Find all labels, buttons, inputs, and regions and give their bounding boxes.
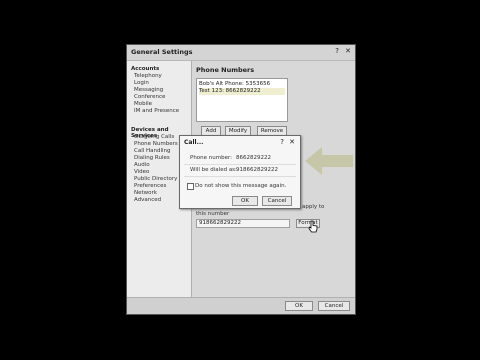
help-icon[interactable]: ?: [335, 47, 339, 55]
sidebar-item-outgoing-calls[interactable]: Outgoing Calls: [134, 134, 174, 140]
formatted-number-field[interactable]: 918662829222: [196, 219, 290, 228]
sidebar-item-public-directory[interactable]: Public Directory: [134, 176, 177, 182]
sidebar-item-phone-numbers[interactable]: Phone Numbers: [134, 141, 178, 147]
dialog-ok-button[interactable]: OK: [232, 196, 258, 206]
apply-to-text: apply to: [302, 204, 325, 210]
close-icon[interactable]: ✕: [345, 47, 351, 55]
dialog-close-icon[interactable]: ✕: [289, 138, 295, 146]
dialed-as-label: Will be dialed as:: [190, 167, 237, 173]
sidebar-item-mobile[interactable]: Mobile: [134, 101, 152, 107]
sidebar-item-im-presence[interactable]: IM and Presence: [134, 108, 179, 114]
sidebar-item-dialing-rules[interactable]: Dialing Rules: [134, 155, 170, 161]
cancel-button[interactable]: Cancel: [318, 301, 350, 311]
window-title: General Settings: [131, 48, 193, 56]
dialog-cancel-button[interactable]: Cancel: [262, 196, 292, 206]
window-title-bar[interactable]: General Settings ? ✕: [127, 45, 355, 61]
highlight-arrow-icon: [305, 147, 353, 175]
panel-title: Phone Numbers: [196, 66, 255, 74]
sidebar-item-conference[interactable]: Conference: [134, 94, 165, 100]
dialed-as-value: 918662829222: [236, 167, 278, 173]
dont-show-checkbox[interactable]: [187, 183, 194, 190]
list-item[interactable]: Bob's Alt Phone: 5353656: [199, 81, 285, 88]
window-footer: OK Cancel: [127, 297, 355, 314]
sidebar-item-call-handling[interactable]: Call Handling: [134, 148, 171, 154]
sidebar-item-network[interactable]: Network: [134, 190, 157, 196]
call-dialog: Call... ? ✕ Phone number: 8662829222 Wil…: [179, 135, 301, 209]
sidebar-header-accounts: Accounts: [131, 66, 160, 72]
sidebar-item-messaging[interactable]: Messaging: [134, 87, 163, 93]
phone-number-list[interactable]: Bob's Alt Phone: 5353656 Test 123: 86628…: [196, 78, 288, 122]
pointer-cursor-icon: [308, 220, 318, 233]
sidebar-item-telephony[interactable]: Telephony: [134, 73, 162, 79]
sidebar-item-login[interactable]: Login: [134, 80, 149, 86]
phone-number-value: 8662829222: [236, 155, 271, 161]
sidebar-item-audio[interactable]: Audio: [134, 162, 150, 168]
this-number-label: this number: [196, 211, 230, 217]
sidebar-item-video[interactable]: Video: [134, 169, 149, 175]
dialog-help-icon[interactable]: ?: [280, 138, 284, 146]
dialog-divider: [184, 176, 296, 177]
dialog-title: Call...: [184, 139, 204, 146]
sidebar-item-advanced[interactable]: Advanced: [134, 197, 161, 203]
ok-button[interactable]: OK: [285, 301, 313, 311]
list-item-selected[interactable]: Test 123: 8662829222: [199, 88, 285, 95]
dont-show-label: Do not show this message again.: [195, 183, 287, 189]
phone-number-label: Phone number:: [190, 155, 233, 161]
sidebar-item-preferences[interactable]: Preferences: [134, 183, 166, 189]
dialog-divider: [184, 164, 296, 165]
